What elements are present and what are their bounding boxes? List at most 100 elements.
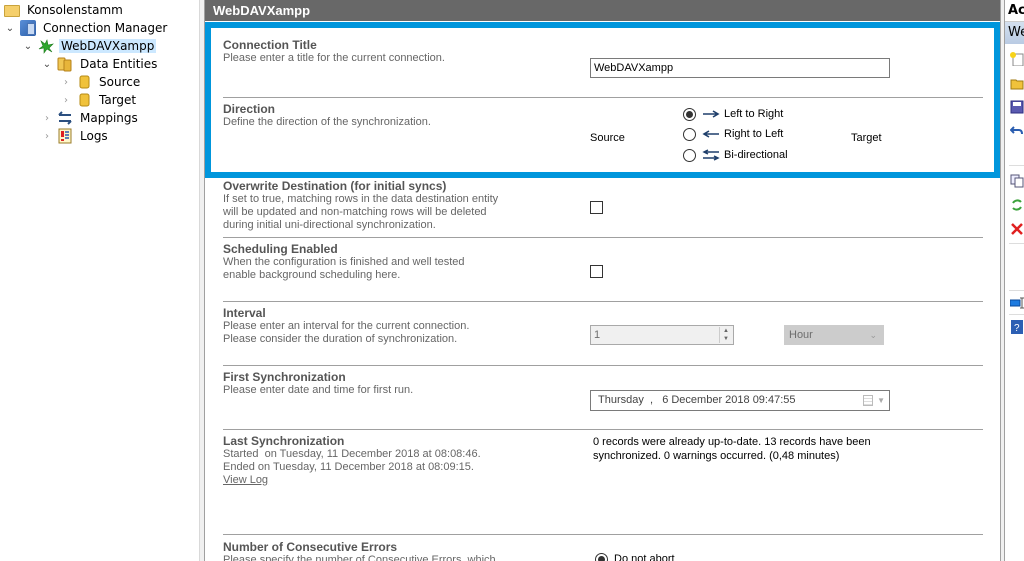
- open-icon[interactable]: [1010, 76, 1024, 90]
- scheduling-enabled-checkbox[interactable]: [590, 265, 603, 278]
- svg-text:?: ?: [1014, 323, 1020, 334]
- spin-down-icon[interactable]: ▼: [720, 335, 732, 343]
- chevron-right-icon[interactable]: ›: [41, 130, 53, 142]
- chevron-down-icon[interactable]: ▼: [877, 391, 885, 410]
- divider: [1009, 165, 1024, 166]
- sync-result-text: 0 records were already up-to-date. 13 re…: [593, 435, 871, 463]
- divider: [223, 365, 983, 366]
- radio-button[interactable]: [683, 127, 696, 141]
- chevron-down-icon: ⌄: [869, 330, 877, 340]
- section-description-line: during initial uni-directional synchroni…: [223, 219, 436, 231]
- direction-right-to-left[interactable]: Right to Left: [683, 126, 783, 142]
- connection-title-input[interactable]: WebDAVXampp: [590, 58, 890, 78]
- tree-item-data-entities[interactable]: ⌄ Data Entities: [41, 55, 159, 73]
- section-title: Interval: [223, 306, 266, 320]
- section-title: Scheduling Enabled: [223, 242, 338, 256]
- radio-label: Left to Right: [724, 108, 784, 120]
- tree-item-mappings[interactable]: › Mappings: [41, 109, 140, 127]
- interval-spinner[interactable]: 1 ▲ ▼: [590, 325, 734, 345]
- tree-pane: Konsolenstamm ⌄ Connection Manager ⌄ Web…: [0, 0, 199, 561]
- direction-bidirectional[interactable]: Bi-directional: [683, 147, 788, 163]
- actions-pane: Actions WebDAVXampp ?: [1004, 0, 1024, 561]
- arrow-left-icon: [702, 130, 719, 138]
- radio-button[interactable]: [595, 552, 608, 561]
- divider: [1009, 290, 1024, 291]
- radio-label: Bi-directional: [724, 149, 788, 161]
- datetime-value: Thursday , 6 December 2018 09:47:55: [598, 394, 796, 406]
- tree-item-label: Data Entities: [80, 57, 158, 71]
- section-title: Direction: [223, 102, 276, 116]
- divider: [223, 97, 983, 98]
- undo-icon[interactable]: [1010, 124, 1024, 138]
- view-log-link[interactable]: View Log: [223, 474, 981, 487]
- source-label: Source: [590, 132, 625, 144]
- chevron-down-icon[interactable]: ⌄: [4, 22, 16, 34]
- radio-button[interactable]: [683, 107, 696, 121]
- divider: [1009, 314, 1024, 315]
- tree-item-logs[interactable]: › Logs: [41, 127, 110, 145]
- refresh-icon[interactable]: [1010, 198, 1024, 212]
- interval-unit-value: Hour: [789, 329, 813, 341]
- interval-value: 1: [594, 329, 601, 341]
- tree-item-label: Source: [99, 75, 141, 89]
- overwrite-destination-checkbox[interactable]: [590, 201, 603, 214]
- direction-section: Direction Define the direction of the sy…: [223, 103, 981, 129]
- arrow-right-icon: [703, 110, 720, 118]
- rename-icon[interactable]: [1010, 296, 1024, 310]
- pane-title: WebDAVXampp: [205, 0, 1000, 21]
- chevron-right-icon[interactable]: ›: [60, 76, 72, 88]
- tree-item-connection-manager[interactable]: ⌄ Connection Manager: [4, 19, 169, 37]
- tree-item-target[interactable]: › Target: [60, 91, 138, 109]
- calendar-icon[interactable]: [863, 395, 873, 406]
- tree-item-source[interactable]: › Source: [60, 73, 142, 91]
- do-not-abort-option[interactable]: Do not abort: [595, 551, 675, 561]
- radio-button[interactable]: [683, 148, 696, 162]
- direction-left-to-right[interactable]: Left to Right: [683, 106, 783, 122]
- divider: [223, 301, 983, 302]
- folder-icon: [4, 5, 20, 17]
- logs-icon: [57, 128, 73, 144]
- help-icon[interactable]: ?: [1010, 320, 1024, 334]
- divider: [1009, 243, 1024, 244]
- new-icon[interactable]: [1010, 52, 1024, 66]
- data-entities-icon: [57, 56, 73, 72]
- sync-result-line: synchronized. 0 warnings occurred. (0,48…: [593, 450, 840, 462]
- tree-item-webdavxampp[interactable]: ⌄ WebDAVXampp: [22, 37, 157, 55]
- save-icon[interactable]: [1010, 100, 1024, 114]
- mappings-icon: [57, 110, 73, 126]
- tree-item-label: Connection Manager: [43, 21, 168, 35]
- connection-manager-icon: [20, 20, 36, 36]
- section-title: Overwrite Destination (for initial syncs…: [223, 179, 447, 193]
- chevron-right-icon[interactable]: ›: [41, 112, 53, 124]
- connection-icon: [38, 38, 54, 54]
- target-label: Target: [851, 132, 882, 144]
- database-icon: [76, 74, 92, 90]
- copy-icon[interactable]: [1010, 174, 1024, 188]
- tree-item-label: Konsolenstamm: [27, 3, 123, 17]
- chevron-down-icon[interactable]: ⌄: [41, 58, 53, 70]
- tree-item-label: Target: [99, 93, 137, 107]
- delete-icon[interactable]: [1010, 222, 1024, 236]
- interval-unit-select[interactable]: Hour ⌄: [784, 325, 884, 345]
- actions-subheader[interactable]: WebDAVXampp: [1005, 22, 1024, 44]
- tree-item-label: Logs: [80, 129, 108, 143]
- divider: [223, 237, 983, 238]
- tree-item-konsolenstamm[interactable]: Konsolenstamm: [4, 1, 125, 19]
- database-icon: [76, 92, 92, 108]
- actions-header: Actions: [1005, 0, 1024, 22]
- divider: [223, 429, 983, 430]
- radio-label: Do not abort: [614, 553, 675, 561]
- tree-item-label: Mappings: [80, 111, 138, 125]
- arrow-bidirectional-icon: [702, 149, 720, 161]
- tree-item-label: WebDAVXampp: [59, 39, 157, 53]
- divider: [223, 534, 983, 535]
- spinner-buttons[interactable]: ▲ ▼: [719, 327, 732, 343]
- chevron-down-icon[interactable]: ⌄: [22, 40, 34, 52]
- connection-properties-pane: WebDAVXampp Connection Title Please ente…: [205, 0, 1000, 561]
- section-title: Connection Title: [223, 38, 317, 52]
- spin-up-icon[interactable]: ▲: [720, 327, 732, 335]
- first-sync-datetime-picker[interactable]: Thursday , 6 December 2018 09:47:55 ▼: [590, 390, 890, 411]
- chevron-right-icon[interactable]: ›: [60, 94, 72, 106]
- section-title: First Synchronization: [223, 370, 346, 384]
- section-description: Define the direction of the synchronizat…: [223, 116, 431, 128]
